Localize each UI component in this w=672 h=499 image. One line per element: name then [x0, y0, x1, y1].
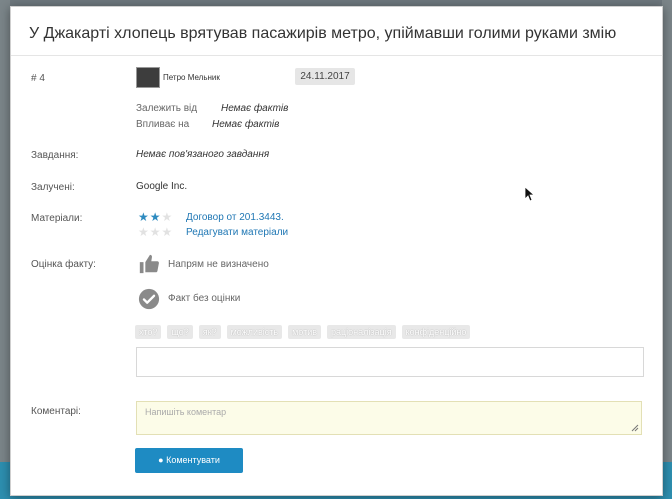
check-circle-icon[interactable]	[138, 288, 160, 310]
author-name[interactable]: Петро Мельник	[163, 73, 220, 82]
affects-value: Немає фактів	[212, 119, 280, 130]
thumbs-up-icon[interactable]	[138, 253, 160, 275]
submit-comment-button[interactable]: ● Коментувати	[135, 448, 243, 473]
fact-date: 24.11.2017	[295, 68, 355, 85]
tag-list: хто? що? як? можливість мотив раціоналізація к…	[135, 322, 476, 340]
submit-comment-label: Коментувати	[166, 455, 220, 465]
comments-label: Коментарі:	[31, 406, 81, 417]
fact-modal: У Джакарті хлопець врятував пасажирів ме…	[10, 6, 663, 496]
backdrop-right-edge	[662, 0, 672, 499]
resize-grip-icon[interactable]	[631, 424, 639, 432]
tag-input[interactable]	[136, 347, 644, 377]
involved-label: Залучені:	[31, 182, 75, 193]
author-avatar[interactable]	[136, 67, 160, 88]
material-link[interactable]: Договор от 201.3443.	[186, 212, 284, 223]
task-value: Немає пов'язаного завдання	[136, 149, 270, 160]
tag-chip[interactable]: конфіденційно	[401, 325, 471, 339]
star-filled-icon[interactable]: ★	[150, 210, 162, 224]
depends-on-label: Залежить від	[136, 103, 198, 114]
comment-placeholder: Напишіть коментар	[145, 407, 227, 417]
tag-chip[interactable]: раціоналізація	[327, 325, 396, 339]
tag-chip[interactable]: як?	[198, 325, 221, 339]
tag-chip[interactable]: можливість	[226, 325, 283, 339]
material-rating-stars[interactable]: ★★★	[138, 210, 173, 224]
mouse-cursor-icon	[524, 186, 534, 202]
involved-value[interactable]: Google Inc.	[136, 181, 187, 192]
fact-id: # 4	[31, 73, 45, 84]
comment-textarea[interactable]: Напишіть коментар	[136, 401, 642, 435]
tag-chip[interactable]: хто?	[135, 325, 162, 339]
rating-status: Факт без оцінки	[168, 293, 241, 304]
tag-chip[interactable]: мотив	[288, 325, 322, 339]
task-label: Завдання:	[31, 150, 79, 161]
star-empty-icon[interactable]: ★	[162, 210, 174, 224]
materials-label: Матеріали:	[31, 213, 83, 224]
modal-header-divider	[11, 55, 662, 56]
tag-chip[interactable]: що?	[167, 325, 193, 339]
star-filled-icon[interactable]: ★	[138, 210, 150, 224]
backdrop-left-edge	[0, 0, 10, 499]
comment-icon: ●	[158, 455, 164, 465]
evaluation-label: Оцінка факту:	[31, 259, 96, 270]
modal-title: У Джакарті хлопець врятував пасажирів ме…	[29, 25, 617, 42]
affects-label: Впливає на	[136, 119, 190, 130]
edit-materials-stars: ★★★	[138, 225, 174, 239]
depends-on-value: Немає фактів	[221, 103, 289, 114]
direction-status: Напрям не визначено	[168, 259, 269, 270]
edit-materials-link[interactable]: Редагувати матеріали	[186, 227, 288, 238]
